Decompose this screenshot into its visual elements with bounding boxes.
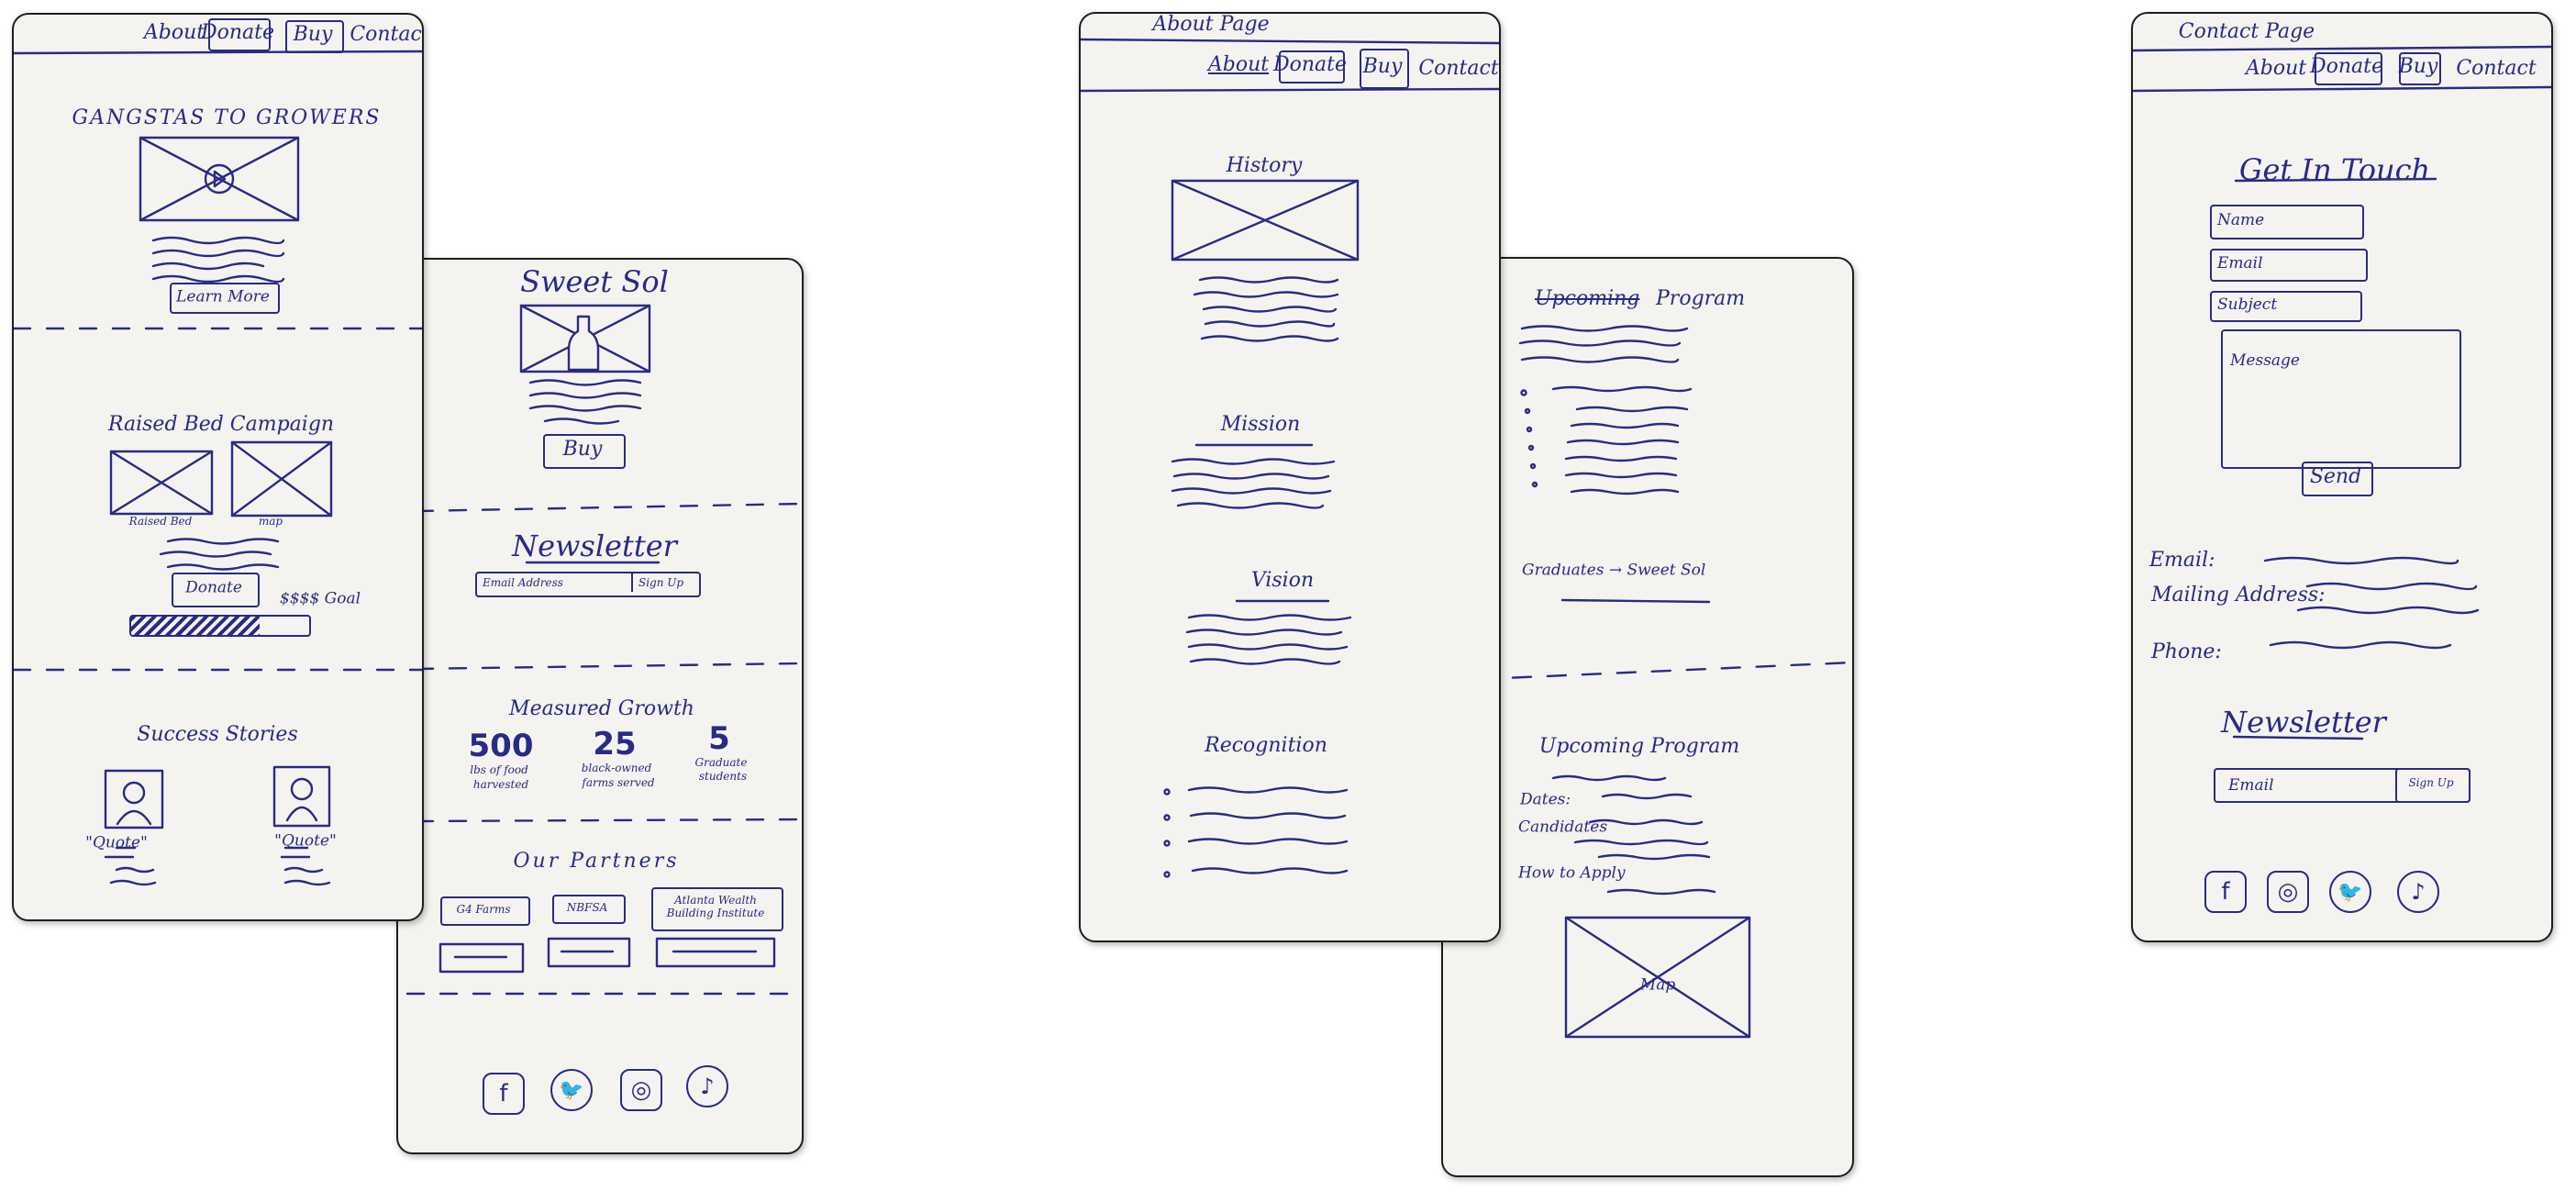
quote-1: "Quote" <box>85 833 148 852</box>
home-continued-sketch: Sweet Sol Buy Newsletter Email Address S… <box>396 258 804 1154</box>
tiktok-icon[interactable]: ♪ <box>686 1065 728 1107</box>
stat-3-label-2: students <box>698 770 748 783</box>
goal-progress-fill <box>131 617 260 635</box>
quote-2: "Quote" <box>274 831 337 851</box>
contact-sketch: Contact Page About Donate Buy Contact Ge… <box>2131 12 2553 942</box>
newsletter-divider <box>631 573 633 592</box>
home-sketch-lines <box>14 50 422 886</box>
nav-donate[interactable]: Donate <box>201 23 274 43</box>
nav-contact[interactable]: Contact <box>350 25 422 45</box>
goal-label: $$$$ Goal <box>280 589 361 608</box>
nav-donate[interactable]: Donate <box>1273 55 1347 75</box>
partner-2-name: NBFSA <box>566 901 608 914</box>
nav-contact[interactable]: Contact <box>1418 59 1498 79</box>
stat-1-value: 500 <box>468 728 534 764</box>
recognition-heading: Recognition <box>1205 734 1327 757</box>
about-continued-lines <box>1443 325 1852 1039</box>
contact-signup-label: Sign Up <box>2408 776 2454 789</box>
instagram-icon[interactable]: ◎ <box>620 1069 662 1111</box>
about-sketch: About Page About Donate Buy Contact Hist… <box>1079 12 1501 942</box>
partner-1-name: G4 Farms <box>456 903 511 916</box>
get-in-touch-heading: Get In Touch <box>2238 152 2431 187</box>
nav-contact[interactable]: Contact <box>2456 59 2536 79</box>
newsletter-title: Newsletter <box>512 529 677 563</box>
newsletter-email-placeholder: Email Address <box>483 576 563 589</box>
history-heading: History <box>1226 154 1303 177</box>
hero-title: GANGSTAS TO GROWERS <box>72 106 382 129</box>
instagram-icon[interactable]: ◎ <box>2267 871 2309 913</box>
candidates-label: Candidates <box>1518 818 1608 837</box>
nav-donate[interactable]: Donate <box>2310 57 2383 77</box>
apply-label: How to Apply <box>1518 863 1626 883</box>
nav-buy[interactable]: Buy <box>2399 57 2438 77</box>
goal-progress-bar <box>129 615 311 637</box>
message-field[interactable] <box>2221 329 2461 469</box>
vision-heading: Vision <box>1250 569 1315 592</box>
stat-1-label-1: lbs of food <box>470 763 528 776</box>
about-page-label: About Page <box>1152 13 1270 36</box>
contact-page-label: Contact Page <box>2178 20 2315 43</box>
success-title: Success Stories <box>137 723 298 746</box>
stat-3-label-1: Graduate <box>694 756 748 769</box>
product-title: Sweet Sol <box>520 264 669 299</box>
about-sketch-lines <box>1081 38 1499 878</box>
upcoming-program-title: Upcoming Program <box>1538 735 1740 758</box>
mission-heading: Mission <box>1220 413 1301 436</box>
mailing-label: Mailing Address: <box>2151 584 2326 607</box>
facebook-icon[interactable]: f <box>2204 871 2247 913</box>
campaign-title: Raised Bed Campaign <box>107 413 335 436</box>
nav-buy[interactable]: Buy <box>294 25 333 45</box>
program-word: Program <box>1656 287 1746 310</box>
graduates-note: Graduates → Sweet Sol <box>1522 561 1706 580</box>
donate-label: Donate <box>185 578 242 597</box>
contact-newsletter-placeholder: Email <box>2228 776 2274 795</box>
nav-about[interactable]: About <box>2246 59 2306 79</box>
email-label: Email: <box>2149 549 2215 572</box>
caption-raised-bed: Raised Bed <box>128 515 193 528</box>
twitter-icon[interactable]: 🐦 <box>2329 871 2371 913</box>
partner-3-name: Atlanta Wealth Building Institute <box>666 894 765 919</box>
contact-newsletter-title: Newsletter <box>2221 705 2386 740</box>
learn-more-label: Learn More <box>176 287 270 306</box>
stat-2-label-1: black-owned <box>581 762 652 774</box>
caption-map: map <box>258 515 283 528</box>
newsletter-signup-button[interactable]: Sign Up <box>638 577 683 588</box>
tiktok-icon[interactable]: ♪ <box>2397 871 2439 913</box>
map-label: Map <box>1639 975 1676 995</box>
program-prefix: Upcoming <box>1535 287 1640 310</box>
phone-label: Phone: <box>2151 640 2222 663</box>
partners-title: Our Partners <box>513 850 680 873</box>
home-sketch: About Donate Buy Contact GANGSTAS TO GRO… <box>12 13 424 921</box>
growth-title: Measured Growth <box>509 697 694 720</box>
nav-about[interactable]: About <box>144 23 205 43</box>
buy-label: Buy <box>562 438 603 461</box>
stat-3-value: 5 <box>708 720 730 757</box>
stat-2-label-2: farms served <box>582 776 655 789</box>
message-placeholder: Message <box>2230 351 2300 370</box>
send-label: Send <box>2309 465 2362 488</box>
nav-buy[interactable]: Buy <box>1363 57 1403 77</box>
dates-label: Dates: <box>1520 790 1571 809</box>
facebook-icon[interactable]: f <box>483 1073 525 1115</box>
twitter-icon[interactable]: 🐦 <box>550 1069 593 1111</box>
nav-about[interactable]: About <box>1208 55 1269 75</box>
email-placeholder: Email <box>2217 254 2263 273</box>
stat-1-label-2: harvested <box>472 778 529 791</box>
about-continued-sketch: Upcoming Program Graduates → Sweet Sol U… <box>1441 257 1854 1177</box>
name-placeholder: Name <box>2217 211 2265 229</box>
stat-2-value: 25 <box>593 726 637 762</box>
subject-placeholder: Subject <box>2217 295 2278 314</box>
